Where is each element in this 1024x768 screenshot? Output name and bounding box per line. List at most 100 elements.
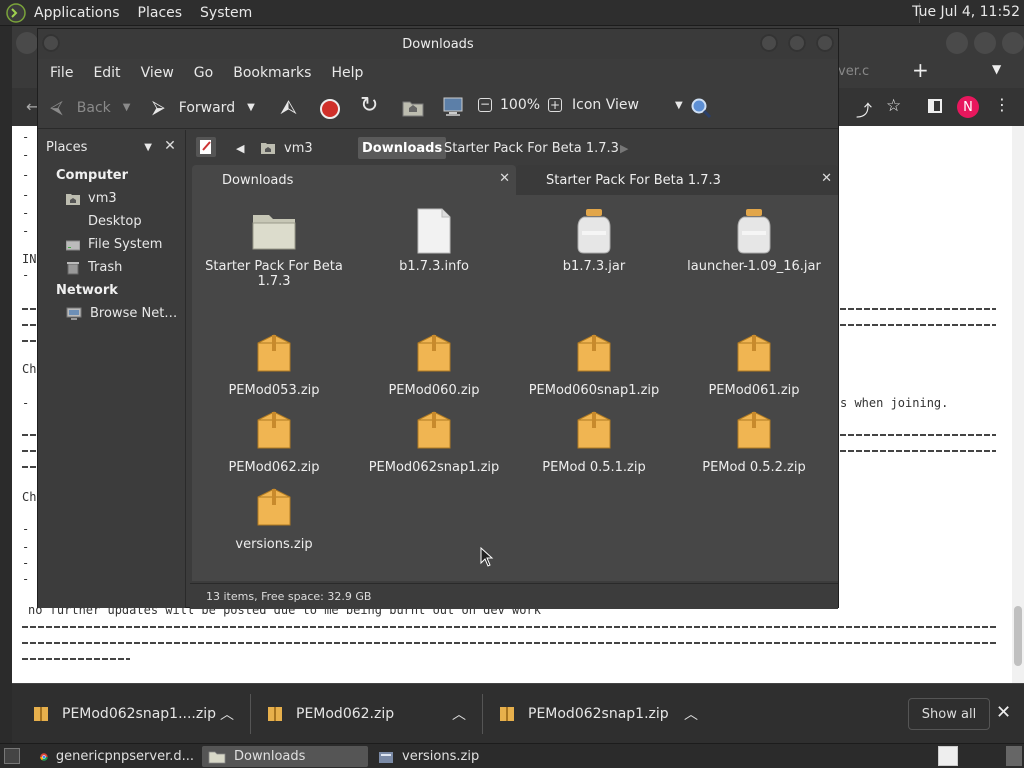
computer-icon[interactable]	[442, 97, 464, 117]
back-button[interactable]: ⮘ Back ▼	[50, 97, 130, 118]
file-icon-view[interactable]: Starter Pack For Beta 1.7.3 b1.7.3.info …	[192, 195, 838, 581]
edit-location-icon[interactable]	[196, 137, 216, 157]
chevron-up-icon[interactable]: ︿	[452, 704, 466, 724]
zip-file-icon	[34, 707, 48, 721]
file-item[interactable]: PEMod053.zip	[194, 331, 354, 398]
browser-menu-icon[interactable]: ⋮	[994, 95, 1010, 114]
page-scrollbar[interactable]	[1012, 126, 1024, 683]
file-item[interactable]: PEMod061.zip	[674, 331, 834, 398]
file-menu[interactable]: File	[50, 65, 73, 81]
tab-starter-pack[interactable]: Starter Pack For Beta 1.7.3 ✕	[516, 165, 838, 195]
new-tab-icon[interactable]: +	[912, 58, 929, 82]
zoom-control[interactable]: − 100% +	[478, 97, 563, 113]
close-sidebar-icon[interactable]: ✕	[160, 136, 180, 156]
taskbar-item-downloads[interactable]: Downloads	[202, 746, 368, 767]
search-icon[interactable]	[690, 97, 712, 119]
profile-avatar[interactable]: N	[957, 96, 979, 118]
clock[interactable]: Tue Jul 4, 11:52	[912, 4, 1020, 20]
download-item[interactable]: PEMod062snap1.zip ︿	[500, 700, 698, 728]
close-tab-icon[interactable]: ✕	[499, 171, 510, 186]
distro-logo-icon[interactable]	[6, 2, 26, 23]
share-icon[interactable]: ⤴	[856, 97, 872, 121]
crumb-vm3[interactable]: vm3	[256, 137, 317, 159]
sidebar-item-file-system[interactable]: File System	[66, 237, 162, 252]
sidebar-type-select[interactable]: Places ▼	[42, 136, 154, 158]
workspace-switcher[interactable]	[938, 746, 958, 766]
file-item[interactable]: PEMod062.zip	[194, 408, 354, 475]
window-control-icon[interactable]	[16, 32, 38, 54]
taskbar-item-archive-manager[interactable]: versions.zip	[372, 746, 538, 767]
path-scroll-left-icon[interactable]: ◀	[232, 137, 248, 159]
show-all-button[interactable]: Show all	[908, 698, 990, 730]
places-menu[interactable]: Places	[138, 5, 183, 21]
file-item[interactable]: PEMod 0.5.1.zip	[514, 408, 674, 475]
view-mode-select[interactable]: Icon View ▼	[572, 97, 683, 113]
file-item[interactable]: b1.7.3.info	[354, 207, 514, 274]
side-panel-icon[interactable]	[928, 99, 942, 113]
chevron-down-icon[interactable]: ▼	[123, 102, 131, 113]
stop-icon[interactable]	[320, 99, 340, 119]
close-tab-icon[interactable]: ✕	[821, 171, 832, 186]
download-item[interactable]: PEMod062.zip ︿	[268, 700, 466, 728]
sidebar-item-vm3[interactable]: vm3	[66, 191, 117, 206]
window-minimize-icon[interactable]	[946, 32, 968, 54]
file-item[interactable]: PEMod 0.5.2.zip	[674, 408, 834, 475]
sidebar-item-trash[interactable]: Trash	[66, 260, 122, 275]
bookmarks-menu[interactable]: Bookmarks	[233, 65, 311, 81]
system-menu[interactable]: System	[200, 5, 252, 21]
forward-button[interactable]: ⮚ Forward ▼	[152, 97, 255, 118]
window-titlebar[interactable]: Downloads	[38, 29, 838, 59]
scrollbar-thumb[interactable]	[1014, 606, 1022, 666]
chevron-up-icon[interactable]: ︿	[684, 704, 698, 724]
file-item[interactable]: launcher-1.09_16.jar	[674, 207, 834, 274]
window-menu-icon[interactable]	[42, 34, 60, 52]
crumb-downloads[interactable]: Downloads	[358, 137, 447, 159]
bookmark-star-icon[interactable]: ☆	[886, 96, 901, 116]
window-close-icon[interactable]	[1002, 32, 1024, 54]
zoom-in-icon[interactable]: +	[548, 98, 563, 112]
show-desktop-icon[interactable]	[4, 748, 20, 764]
file-item[interactable]: PEMod062snap1.zip	[354, 408, 514, 475]
edit-menu[interactable]: Edit	[93, 65, 120, 81]
folder-icon	[252, 215, 296, 250]
sidebar-item-desktop[interactable]: Desktop	[66, 214, 142, 229]
tab-list-chevron-icon[interactable]: ▼	[992, 62, 1001, 76]
close-window-icon[interactable]	[816, 34, 834, 52]
toolbar: ⮘ Back ▼ ⮚ Forward ▼ ⮙ ↻ − 100% + Icon V…	[38, 87, 838, 129]
sidebar-item-browse-network[interactable]: Browse Net…	[66, 306, 177, 321]
chevron-down-icon[interactable]: ▼	[247, 102, 255, 113]
zoom-out-icon[interactable]: −	[478, 98, 492, 112]
sidebar-header-computer[interactable]: Computer	[56, 168, 128, 183]
taskbar-item-label: Downloads	[234, 749, 306, 764]
maximize-icon[interactable]	[788, 34, 806, 52]
minimize-icon[interactable]	[760, 34, 778, 52]
file-item[interactable]: b1.7.3.jar	[514, 207, 674, 274]
sidebar-header-network[interactable]: Network	[56, 283, 118, 298]
file-item[interactable]: PEMod060snap1.zip	[514, 331, 674, 398]
taskbar-item-browser[interactable]: genericpnpserver.d...	[34, 746, 200, 767]
home-folder-icon[interactable]	[402, 99, 424, 117]
help-menu[interactable]: Help	[331, 65, 363, 81]
close-icon[interactable]: ✕	[996, 702, 1011, 723]
file-item[interactable]: PEMod060.zip	[354, 331, 514, 398]
window-maximize-icon[interactable]	[974, 32, 996, 54]
view-menu[interactable]: View	[141, 65, 174, 81]
page-rule	[840, 450, 996, 452]
tab-downloads[interactable]: Downloads ✕	[192, 165, 516, 195]
file-item[interactable]: versions.zip	[194, 485, 354, 552]
trash-applet-icon[interactable]	[1006, 746, 1022, 766]
chevron-up-icon[interactable]: ︿	[220, 704, 234, 724]
applications-menu[interactable]: Applications	[34, 5, 120, 21]
reload-icon[interactable]: ↻	[360, 93, 378, 118]
file-item[interactable]: Starter Pack For Beta 1.7.3	[194, 207, 354, 289]
page-fragment: IN	[22, 252, 37, 266]
go-menu[interactable]: Go	[194, 65, 213, 81]
crumb-starter-pack[interactable]: Starter Pack For Beta 1.7.3	[440, 137, 623, 159]
path-scroll-right-icon[interactable]: ▶	[616, 137, 632, 159]
download-item[interactable]: PEMod062snap1....zip ︿	[34, 700, 234, 728]
archive-icon	[577, 411, 611, 449]
downloads-bar: PEMod062snap1....zip ︿ PEMod062.zip ︿ PE…	[12, 683, 1024, 743]
trash-icon	[67, 261, 79, 274]
up-arrow-icon[interactable]: ⮙	[280, 95, 297, 119]
browser-tab-title-fragment[interactable]: ver.c	[838, 64, 869, 79]
